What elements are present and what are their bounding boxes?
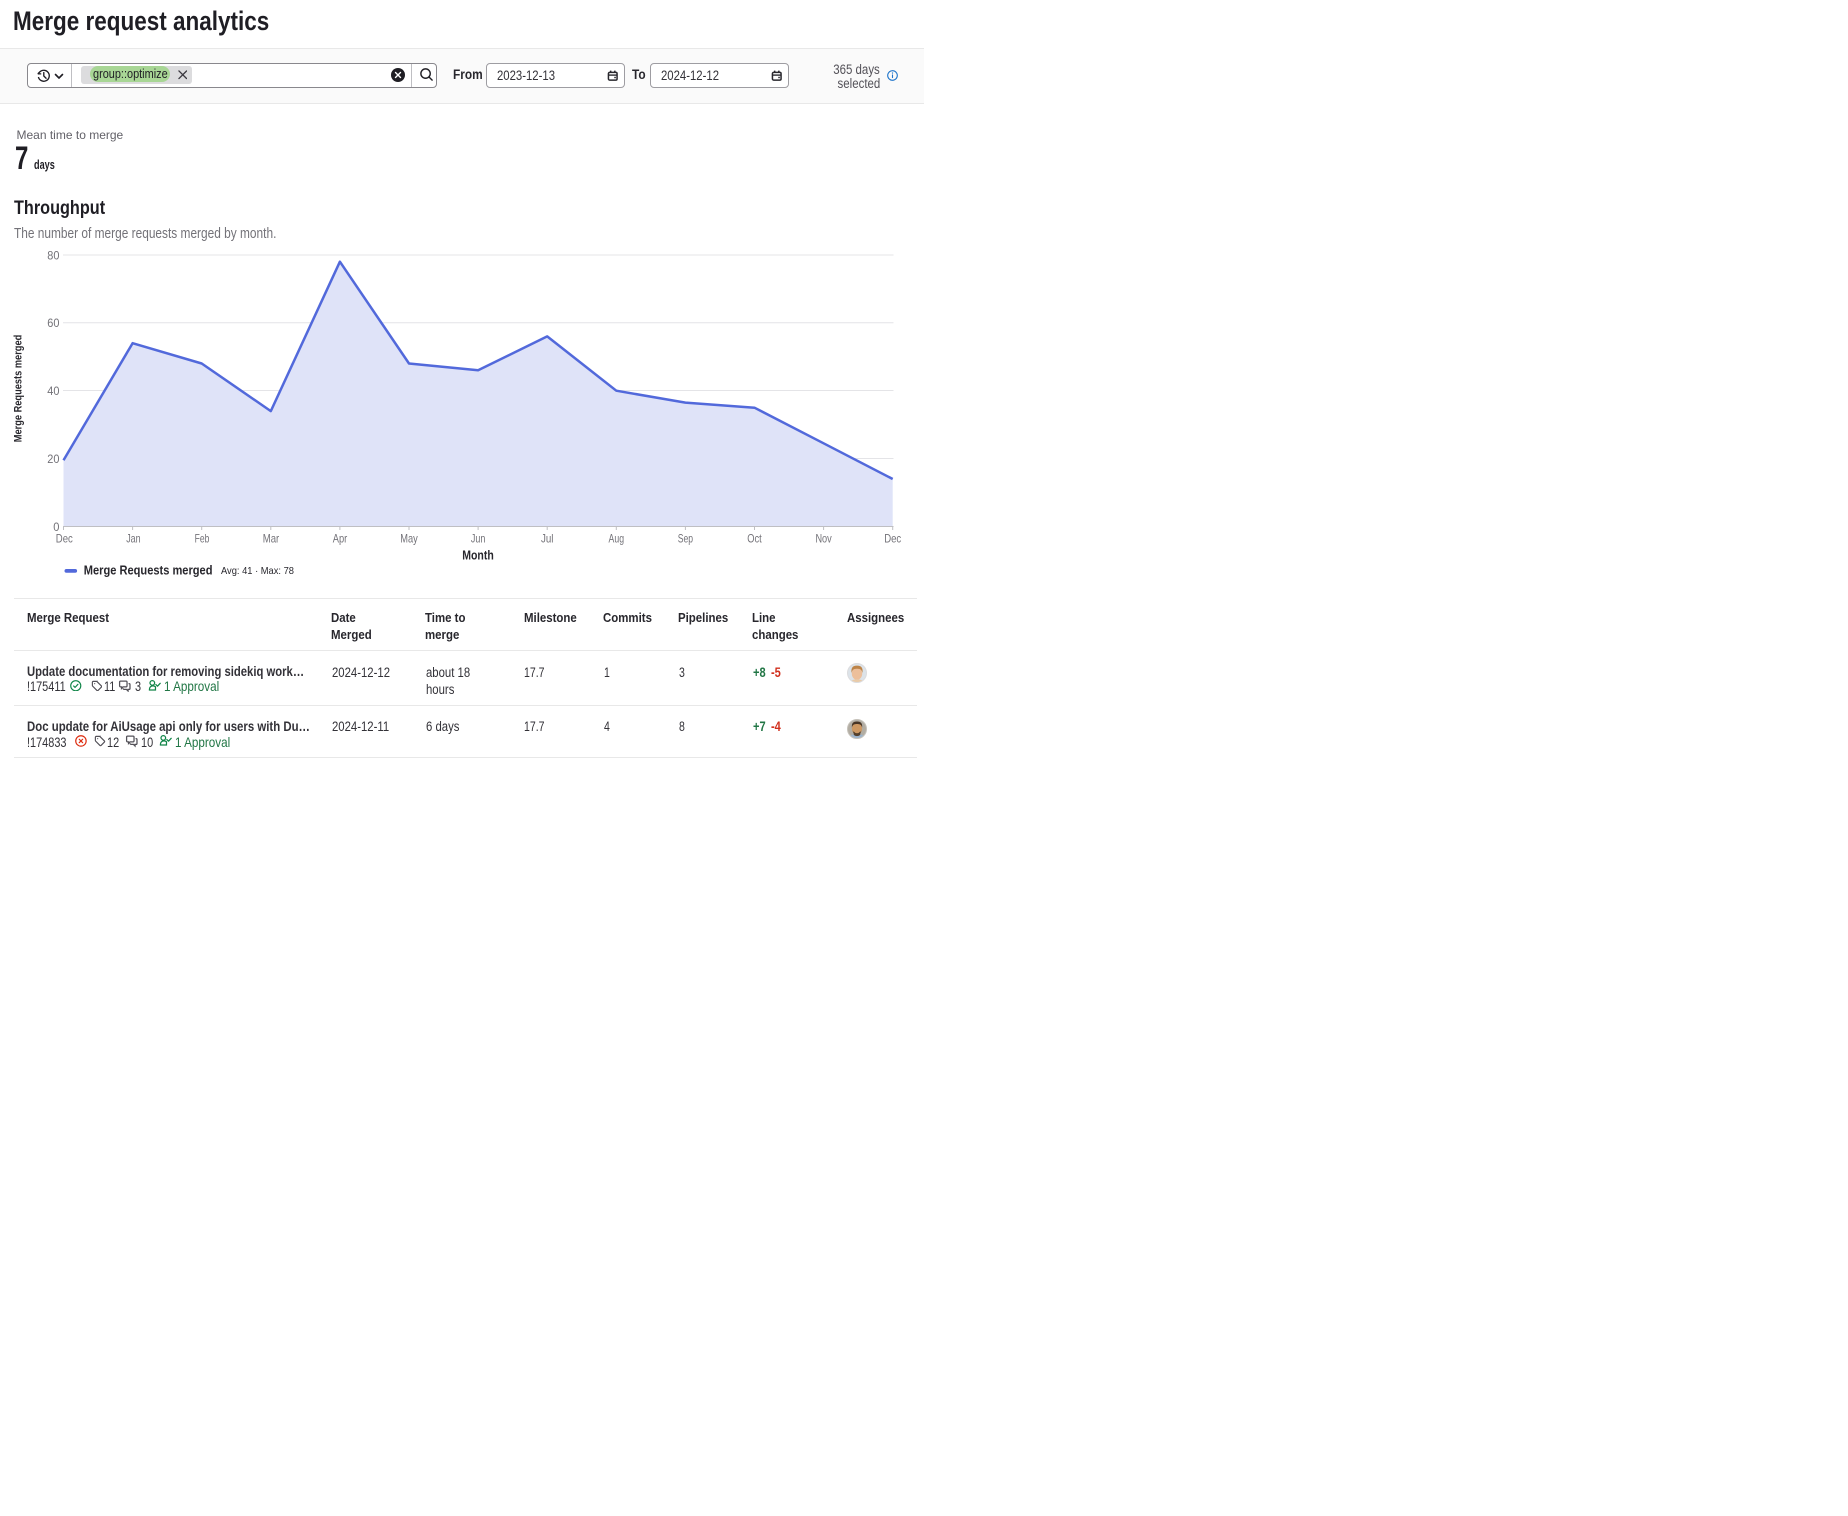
svg-text:Nov: Nov bbox=[815, 532, 831, 546]
svg-text:Jul: Jul bbox=[541, 532, 554, 546]
svg-text:Oct: Oct bbox=[747, 532, 762, 546]
svg-text:Dec: Dec bbox=[884, 532, 901, 546]
svg-text:May: May bbox=[400, 532, 418, 546]
svg-text:Feb: Feb bbox=[195, 532, 210, 546]
svg-text:Avg: 41 · Max: 78: Avg: 41 · Max: 78 bbox=[221, 565, 294, 577]
svg-text:Merge Requests merged: Merge Requests merged bbox=[13, 335, 25, 443]
svg-text:Sep: Sep bbox=[678, 532, 694, 546]
svg-text:Apr: Apr bbox=[333, 532, 348, 546]
svg-text:Merge Requests merged: Merge Requests merged bbox=[84, 563, 213, 577]
svg-text:20: 20 bbox=[47, 452, 59, 466]
svg-text:Aug: Aug bbox=[609, 532, 625, 546]
svg-text:60: 60 bbox=[47, 316, 59, 330]
svg-text:Jan: Jan bbox=[126, 532, 140, 546]
svg-text:Mar: Mar bbox=[263, 532, 280, 546]
svg-text:Dec: Dec bbox=[56, 532, 73, 546]
svg-text:80: 80 bbox=[47, 248, 59, 262]
svg-text:Month: Month bbox=[462, 549, 494, 563]
svg-text:40: 40 bbox=[47, 384, 59, 398]
svg-text:Jun: Jun bbox=[471, 532, 486, 546]
